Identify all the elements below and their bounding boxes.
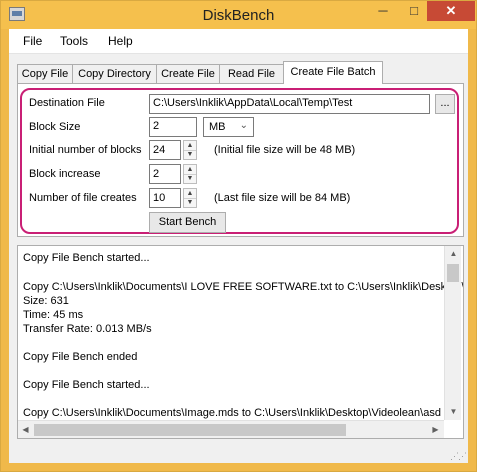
initial-blocks-label: Initial number of blocks xyxy=(29,144,142,156)
start-bench-button[interactable]: Start Bench xyxy=(149,212,226,233)
tab-create-file[interactable]: Create File xyxy=(156,64,220,83)
file-creates-label: Number of file creates xyxy=(29,192,137,204)
block-increase-spin-buttons[interactable]: ▲ ▼ xyxy=(183,164,197,184)
spin-down-icon[interactable]: ▼ xyxy=(184,198,196,207)
initial-size-note: (Initial file size will be 48 MB) xyxy=(214,144,356,156)
menu-tools[interactable]: Tools xyxy=(60,34,88,48)
resize-grip-icon[interactable]: ⋰⋰ xyxy=(450,451,467,462)
spin-down-icon[interactable]: ▼ xyxy=(184,150,196,159)
log-line: Copy C:\Users\Inklik\Documents\I LOVE FR… xyxy=(23,281,464,293)
initial-blocks-input[interactable]: 24 xyxy=(149,140,181,160)
scroll-right-arrow-icon[interactable]: ▶ xyxy=(428,422,443,437)
block-size-label: Block Size xyxy=(29,121,81,133)
maximize-button[interactable]: □ xyxy=(399,1,429,21)
log-line: Copy File Bench started... xyxy=(23,379,150,391)
horizontal-scroll-thumb[interactable] xyxy=(34,424,346,436)
horizontal-scrollbar[interactable]: ◀ ▶ xyxy=(18,420,444,438)
initial-blocks-spin-buttons[interactable]: ▲ ▼ xyxy=(183,140,197,160)
tab-copy-directory[interactable]: Copy Directory xyxy=(72,64,157,83)
log-line: Copy C:\Users\Inklik\Documents\Image.mds… xyxy=(23,407,441,419)
tab-read-file[interactable]: Read File xyxy=(219,64,284,83)
block-size-input[interactable]: 2 xyxy=(149,117,197,137)
vertical-scrollbar[interactable]: ▲ ▼ xyxy=(444,246,461,420)
destination-file-input[interactable]: C:\Users\Inklik\AppData\Local\Temp\Test xyxy=(149,94,430,114)
file-creates-input[interactable]: 10 xyxy=(149,188,181,208)
last-size-note: (Last file size will be 84 MB) xyxy=(214,192,351,204)
tab-copy-file[interactable]: Copy File xyxy=(17,64,73,83)
scroll-down-arrow-icon[interactable]: ▼ xyxy=(446,404,461,419)
menu-file[interactable]: File xyxy=(23,34,42,48)
menu-bar: File Tools Help xyxy=(9,29,468,54)
close-button[interactable]: ✕ xyxy=(427,1,475,21)
log-line: Copy File Bench started... xyxy=(23,252,150,264)
block-increase-label: Block increase xyxy=(29,168,101,180)
minimize-button[interactable]: ─ xyxy=(368,1,398,21)
log-line: Size: 631 xyxy=(23,295,69,307)
log-output[interactable]: Copy File Bench started... Copy C:\Users… xyxy=(17,245,464,439)
client-area: File Tools Help Copy File Copy Directory… xyxy=(9,29,468,463)
tab-create-file-batch[interactable]: Create File Batch xyxy=(283,61,383,84)
create-file-batch-panel: Destination File C:\Users\Inklik\AppData… xyxy=(17,83,464,237)
block-increase-input[interactable]: 2 xyxy=(149,164,181,184)
browse-button[interactable]: ... xyxy=(435,94,455,114)
log-line: Time: 45 ms xyxy=(23,309,84,321)
block-unit-select[interactable]: MB ⌄ xyxy=(203,117,254,137)
scroll-left-arrow-icon[interactable]: ◀ xyxy=(18,422,33,437)
file-creates-spin-buttons[interactable]: ▲ ▼ xyxy=(183,188,197,208)
scroll-up-arrow-icon[interactable]: ▲ xyxy=(446,246,461,261)
log-line: Copy File Bench ended xyxy=(23,351,138,363)
spin-down-icon[interactable]: ▼ xyxy=(184,174,196,183)
vertical-scroll-thumb[interactable] xyxy=(447,264,459,282)
app-window: DiskBench ─ □ ✕ File Tools Help Copy Fil… xyxy=(0,0,477,472)
chevron-down-icon: ⌄ xyxy=(239,120,248,131)
status-bar: ⋰⋰ xyxy=(9,447,468,463)
destination-file-label: Destination File xyxy=(29,97,105,109)
block-unit-value: MB xyxy=(209,121,226,133)
log-line: Transfer Rate: 0.013 MB/s xyxy=(23,323,152,335)
menu-help[interactable]: Help xyxy=(108,34,133,48)
title-bar[interactable]: DiskBench ─ □ ✕ xyxy=(1,1,476,29)
